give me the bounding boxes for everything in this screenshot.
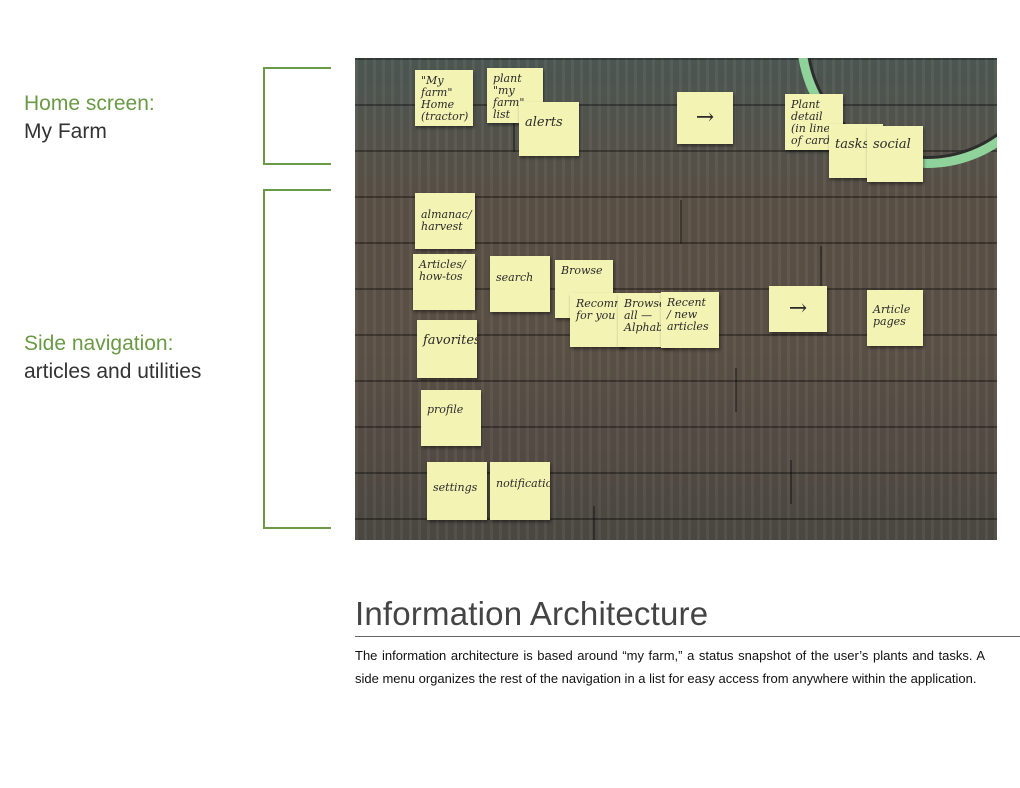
floor-seam	[790, 460, 792, 504]
note-almanac: almanac/ harvest	[415, 193, 475, 249]
note-profile: profile	[421, 390, 481, 446]
side-navigation-bracket	[263, 189, 331, 529]
home-screen-label: Home screen: My Farm	[24, 90, 155, 146]
home-screen-subtitle: My Farm	[24, 120, 107, 143]
home-screen-title: Home screen:	[24, 92, 155, 115]
floor-seam	[680, 200, 682, 244]
note-article-pages: Article pages	[867, 290, 923, 346]
note-articles: Articles/ how-tos	[413, 254, 475, 310]
home-screen-bracket	[263, 67, 331, 165]
note-alerts: alerts	[519, 102, 579, 156]
note-notifications: notifications	[490, 462, 550, 520]
side-navigation-label: Side navigation: articles and utilities	[24, 330, 201, 386]
note-search: search	[490, 256, 550, 312]
side-navigation-subtitle: articles and utilities	[24, 360, 202, 383]
side-navigation-title: Side navigation:	[24, 332, 174, 355]
note-favorites: favorites	[417, 320, 477, 378]
floor-seam	[820, 246, 822, 290]
page-title: Information Architecture	[355, 595, 709, 632]
note-arrow-middle: →	[769, 286, 827, 332]
note-settings: settings	[427, 462, 487, 520]
note-arrow-top: →	[677, 92, 733, 144]
description-paragraph: The information architecture is based ar…	[355, 648, 985, 686]
note-social: social	[867, 126, 923, 182]
floor-seam	[593, 506, 595, 540]
sticky-notes-photo: "My farm" Home (tractor) plant "my farm"…	[355, 58, 997, 540]
floor-seam	[735, 368, 737, 412]
note-my-farm: "My farm" Home (tractor)	[415, 70, 473, 126]
note-recent-articles: Recent / new articles	[661, 292, 719, 348]
divider	[355, 636, 1020, 637]
